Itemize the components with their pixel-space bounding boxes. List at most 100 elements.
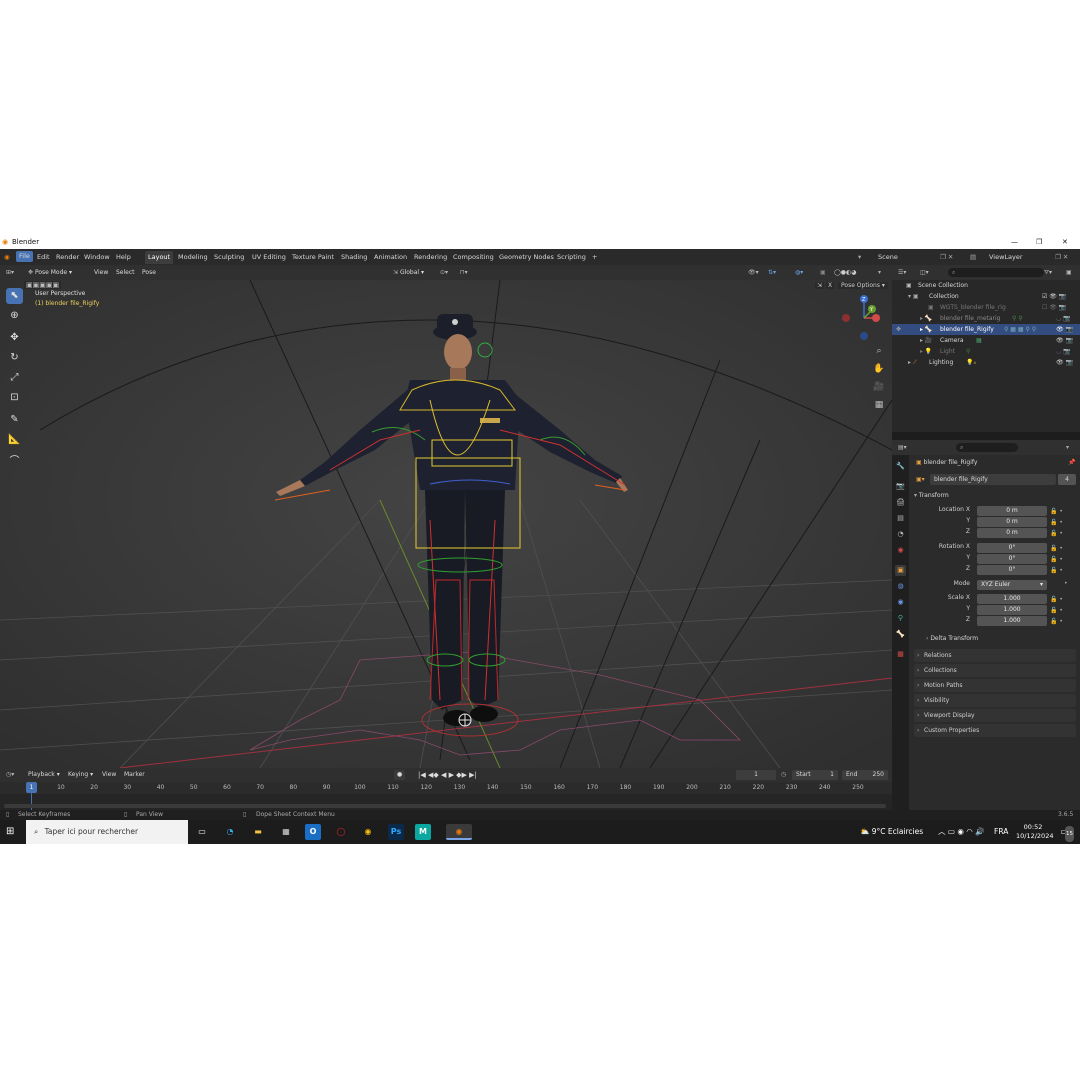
maya-icon[interactable]: M: [415, 824, 431, 840]
scale-tool-icon[interactable]: ⤢: [6, 370, 23, 386]
xray-icon[interactable]: ▣: [820, 265, 826, 280]
rotation-lock-icons[interactable]: 🔓 • 🔓 • 🔓 •: [1050, 543, 1063, 576]
opera-icon[interactable]: ◯: [333, 824, 349, 840]
menu-timeline-view[interactable]: View: [102, 768, 116, 782]
tab-compositing[interactable]: Compositing: [453, 249, 494, 265]
store-icon[interactable]: ▦: [278, 824, 294, 840]
editor-type-icon[interactable]: ⊞▾: [6, 265, 14, 280]
annotate-tool-icon[interactable]: ✎: [6, 412, 23, 428]
location-lock-icons[interactable]: 🔓 • 🔓 • 🔓 •: [1050, 506, 1063, 539]
location-x-field[interactable]: 0 m: [977, 506, 1047, 516]
rotation-z-field[interactable]: 0°: [977, 565, 1047, 575]
tool-tab-icon[interactable]: 🔧: [895, 461, 906, 472]
timeline-scrollbar[interactable]: [4, 804, 886, 808]
outliner-row-wgts[interactable]: ▣ WGTS_blender file_rig ☐ 👁 📷: [892, 302, 1080, 313]
tab-texture-paint[interactable]: Texture Paint: [292, 249, 334, 265]
chrome-icon[interactable]: ◉: [360, 824, 376, 840]
outliner-type-icon[interactable]: ☰▾: [898, 265, 906, 280]
menu-select[interactable]: Select: [116, 265, 135, 280]
tab-animation[interactable]: Animation: [374, 249, 407, 265]
viewport-display-panel[interactable]: › Viewport Display: [914, 709, 1076, 722]
edge-browser-icon[interactable]: ◔: [222, 824, 238, 840]
3d-viewport[interactable]: User Perspective (1) blender file_Rigify…: [0, 280, 892, 768]
tab-geometry-nodes[interactable]: Geometry Nodes: [499, 249, 554, 265]
pivot-icon[interactable]: ⊙▾: [440, 265, 448, 280]
outlook-icon[interactable]: O: [305, 824, 321, 840]
object-browse-icon[interactable]: ▣▾: [916, 474, 925, 485]
user-count-badge[interactable]: 4: [1058, 474, 1076, 485]
tab-sculpting[interactable]: Sculpting: [214, 249, 244, 265]
viewlayer-selector[interactable]: ViewLayer: [989, 249, 1023, 265]
zoom-icon[interactable]: ⌕: [872, 344, 886, 358]
tab-scripting[interactable]: Scripting: [557, 249, 586, 265]
close-button[interactable]: ✕: [1062, 236, 1068, 249]
scale-x-field[interactable]: 1.000: [977, 594, 1047, 604]
start-frame-field[interactable]: Start 1: [792, 770, 838, 780]
delta-transform-subpanel[interactable]: › Delta Transform: [926, 633, 1076, 645]
axis-lock-icon[interactable]: ⇲: [815, 282, 825, 289]
pose-options-dropdown[interactable]: Pose Options ▾: [838, 282, 888, 289]
motion-paths-panel[interactable]: › Motion Paths: [914, 679, 1076, 692]
scene-selector[interactable]: Scene: [878, 249, 898, 265]
filter-icon[interactable]: ⛛▾: [1044, 265, 1052, 280]
outliner-row-rigify[interactable]: ✥ ▸ 🦴 blender file_Rigify ⚲ ▦ ▦ ⚲ ⚲ 👁 📷: [892, 324, 1080, 335]
measure-tool-icon[interactable]: 📐: [6, 432, 23, 448]
menu-playback[interactable]: Playback ▾: [28, 768, 60, 782]
taskbar-search-box[interactable]: ⌕ Taper ici pour rechercher: [26, 820, 188, 844]
mode-keyframe-dot[interactable]: •: [1064, 580, 1068, 587]
playhead[interactable]: 1: [26, 782, 37, 793]
properties-search-input[interactable]: ⌕: [956, 443, 1018, 452]
object-name-field[interactable]: blender file_Rigify: [930, 474, 1056, 485]
add-workspace-button[interactable]: +: [592, 249, 597, 265]
scene-options-icon[interactable]: ❐ ✕: [940, 249, 953, 265]
collections-panel[interactable]: › Collections: [914, 664, 1076, 677]
bone-roll-tool-icon[interactable]: ⌒: [6, 454, 23, 470]
playback-controls[interactable]: |◀ ◀◆ ◀ ▶ ◆▶ ▶|: [418, 768, 477, 782]
move-tool-icon[interactable]: ✥: [6, 330, 23, 346]
file-explorer-icon[interactable]: ▬: [250, 824, 266, 840]
photoshop-icon[interactable]: Ps: [388, 824, 404, 840]
blender-taskbar-icon[interactable]: ◉: [446, 824, 472, 840]
visibility-icon[interactable]: 👁▾: [748, 265, 759, 280]
location-z-field[interactable]: 0 m: [977, 528, 1047, 538]
task-view-icon[interactable]: ▭: [194, 824, 210, 840]
viewlayer-options-icon[interactable]: ❐ ✕: [1055, 249, 1068, 265]
tab-shading[interactable]: Shading: [341, 249, 367, 265]
camera-view-icon[interactable]: 🎥: [872, 380, 886, 394]
minimize-button[interactable]: —: [1011, 236, 1018, 249]
scale-y-field[interactable]: 1.000: [977, 605, 1047, 615]
ortho-grid-icon[interactable]: ▦: [872, 398, 886, 412]
rotate-tool-icon[interactable]: ↻: [6, 350, 23, 366]
snap-icon[interactable]: ⊓▾: [460, 265, 468, 280]
blender-menu-icon[interactable]: ◉: [4, 249, 10, 265]
cursor-tool-icon[interactable]: ⊕: [6, 308, 23, 324]
render-tab-icon[interactable]: 📷: [895, 481, 906, 492]
new-collection-icon[interactable]: ▣: [1066, 265, 1072, 280]
pan-hand-icon[interactable]: ✋: [872, 362, 886, 376]
outliner-search-input[interactable]: ⌕: [948, 268, 1044, 277]
overlay-icon[interactable]: ◍▾: [795, 265, 803, 280]
current-frame-field[interactable]: 1: [736, 770, 776, 780]
tab-layout[interactable]: Layout: [145, 251, 174, 264]
menu-window[interactable]: Window: [84, 249, 110, 265]
tab-uv-editing[interactable]: UV Editing: [252, 249, 286, 265]
mode-dropdown[interactable]: ✥ Pose Mode ▾: [28, 265, 72, 280]
windows-start-icon[interactable]: ⊞: [6, 826, 14, 838]
menu-help[interactable]: Help: [116, 249, 131, 265]
location-y-field[interactable]: 0 m: [977, 517, 1047, 527]
gizmo-icon[interactable]: ⇅▾: [768, 265, 776, 280]
record-button[interactable]: ●: [394, 770, 406, 780]
data-tab-icon[interactable]: 🦴: [895, 629, 906, 640]
rotation-y-field[interactable]: 0°: [977, 554, 1047, 564]
outliner-row-metarig[interactable]: ▸ 🦴 blender file_metarig ⚲ ⚲ ◡ 📷: [892, 313, 1080, 324]
timeline-type-icon[interactable]: ◷▾: [6, 768, 14, 782]
visibility-panel[interactable]: › Visibility: [914, 694, 1076, 707]
scale-lock-icons[interactable]: 🔓 • 🔓 • 🔓 •: [1050, 594, 1063, 627]
menu-file[interactable]: File: [16, 251, 33, 262]
tray-icons[interactable]: ︿ ▭ ◉ ◠ 🔊: [938, 820, 985, 844]
select-tool-icon[interactable]: ⬉: [6, 288, 23, 304]
outliner-row-camera[interactable]: ▸ 🎥 Camera ▦ 👁 📷: [892, 335, 1080, 346]
end-frame-field[interactable]: End 250: [842, 770, 888, 780]
menu-render[interactable]: Render: [56, 249, 79, 265]
maximize-button[interactable]: ❐: [1036, 236, 1042, 249]
